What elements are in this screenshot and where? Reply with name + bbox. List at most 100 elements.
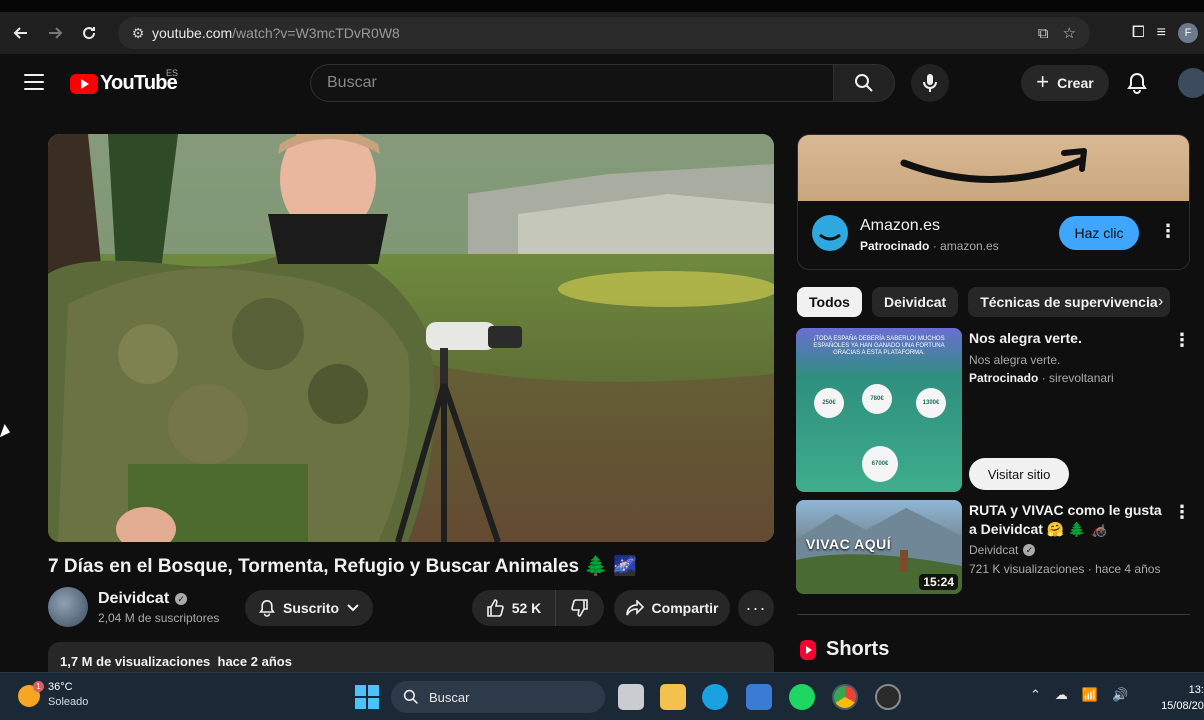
spotify-icon[interactable] (789, 684, 815, 710)
search-field[interactable] (310, 64, 834, 102)
extensions-icon[interactable]: ⧠ (1132, 24, 1145, 42)
rec-channel-row: Deividcat ✓ (969, 543, 1036, 557)
channel-name[interactable]: Deividcat (98, 590, 169, 608)
temperature: 36°C (48, 681, 73, 693)
recommended-video[interactable]: VIVAC AQUÍ 15:24 RUTA y VIVAC como le gu… (796, 500, 1191, 594)
like-button[interactable]: 52 K (472, 590, 556, 626)
rec-video-meta: 721 K visualizaciones · hace 4 años (969, 562, 1161, 576)
ad-banner[interactable] (798, 135, 1189, 201)
chip-channel[interactable]: Deividcat (871, 287, 959, 317)
subscribed-button[interactable]: Suscrito (245, 590, 373, 626)
video-player[interactable] (48, 134, 774, 542)
microphone-icon (923, 74, 937, 92)
chrome-icon[interactable] (832, 684, 858, 710)
share-arrow-icon (625, 600, 644, 616)
rec-video-options-icon[interactable]: ⋮ (1173, 502, 1191, 523)
profile-avatar[interactable]: F (1178, 23, 1198, 43)
url-host: youtube.com (152, 25, 233, 41)
rec-ad-description: Nos alegra verte. (969, 353, 1061, 367)
coin-badge: 6700€ (862, 446, 898, 482)
ad-thumbnail[interactable]: ¡TODA ESPAÑA DEBERÍA SABERLO! MUCHOS ESP… (796, 328, 962, 492)
voice-search-button[interactable] (911, 64, 949, 102)
channel-name-row[interactable]: Deividcat ✓ (98, 590, 188, 608)
account-avatar[interactable] (1178, 68, 1204, 98)
wifi-icon[interactable]: 📶 (1082, 687, 1098, 703)
edge-browser-icon[interactable] (702, 684, 728, 710)
chevron-right-icon[interactable]: › (1158, 293, 1163, 311)
install-app-icon[interactable]: ⧉ (1038, 25, 1049, 42)
dislike-button[interactable] (556, 599, 604, 617)
coin-badge: 780€ (862, 384, 892, 414)
more-actions-button[interactable]: ··· (738, 590, 774, 626)
shorts-icon (800, 639, 816, 660)
verified-check-icon: ✓ (1023, 544, 1036, 556)
filter-chips: Todos Deividcat Técnicas de supervivenci… (797, 286, 1190, 318)
shorts-heading[interactable]: Shorts (800, 638, 889, 661)
cloud-icon[interactable]: ☁ (1055, 687, 1068, 703)
ad-cta-button[interactable]: Haz clic (1059, 216, 1139, 250)
clock[interactable]: 13:5 15/08/202 (1150, 682, 1204, 714)
video-thumbnail[interactable]: VIVAC AQUÍ 15:24 (796, 500, 962, 594)
share-button[interactable]: Compartir (614, 590, 730, 626)
back-arrow-icon[interactable] (4, 16, 38, 50)
weather-widget[interactable]: 1 36°C Soleado (18, 681, 88, 708)
address-bar[interactable]: ⚙ youtube.com/watch?v=W3mcTDvR0W8 ⧉ ☆ (118, 17, 1090, 49)
chip-survival[interactable]: Técnicas de supervivencia (968, 287, 1170, 317)
app-icon[interactable] (875, 684, 901, 710)
taskbar-search[interactable]: Buscar (391, 681, 605, 713)
country-code: ES (166, 68, 179, 78)
ad-options-icon[interactable]: ⋮ (1159, 221, 1177, 242)
weather-condition: Soleado (48, 696, 89, 708)
rec-ad-title[interactable]: Nos alegra verte. (969, 330, 1082, 346)
sponsored-ad-card[interactable]: Amazon.es Patrocinado · amazon.es Haz cl… (797, 134, 1190, 270)
forward-arrow-icon[interactable] (38, 16, 72, 50)
create-label: Crear (1057, 75, 1094, 91)
menu-icon[interactable] (24, 74, 44, 90)
channel-avatar[interactable] (48, 587, 88, 627)
reload-icon[interactable] (72, 16, 106, 50)
tab-strip (0, 0, 1204, 12)
search-icon (403, 689, 418, 704)
date: 15/08/202 (1161, 700, 1204, 712)
youtube-play-icon (70, 73, 98, 94)
site-settings-icon[interactable]: ⚙ (124, 25, 152, 42)
sun-icon: 1 (18, 681, 44, 707)
visit-site-button[interactable]: Visitar sitio (969, 458, 1069, 490)
create-button[interactable]: + Crear (1021, 65, 1109, 101)
task-view-icon[interactable] (618, 684, 644, 710)
like-dislike-group: 52 K (472, 590, 604, 626)
rec-ad-options-icon[interactable]: ⋮ (1173, 330, 1191, 351)
bookmark-star-icon[interactable]: ☆ (1063, 24, 1076, 42)
volume-icon[interactable]: 🔊 (1112, 687, 1128, 703)
search-input[interactable] (327, 74, 834, 92)
notifications-bell-icon[interactable] (1124, 70, 1150, 96)
search-button[interactable] (833, 64, 895, 102)
rec-video-title[interactable]: RUTA y VIVAC como le gusta a Deividcat 🤗… (969, 501, 1169, 539)
coin-badge: 250€ (814, 388, 844, 418)
chevron-down-icon (347, 604, 359, 612)
advertiser-name: sirevoltanari (1049, 371, 1114, 385)
advertiser-logo (812, 215, 848, 251)
chevron-up-icon[interactable]: ⌃ (1030, 687, 1041, 703)
sponsored-label: Patrocinado (969, 371, 1039, 385)
subscribed-label: Suscrito (282, 600, 339, 616)
ad-sponsor-line: Patrocinado · amazon.es (860, 239, 999, 253)
chip-all[interactable]: Todos (797, 287, 862, 317)
windows-start-icon[interactable] (355, 685, 379, 709)
recommended-ad[interactable]: ¡TODA ESPAÑA DEBERÍA SABERLO! MUCHOS ESP… (796, 328, 1191, 492)
plus-icon: + (1036, 69, 1050, 94)
rec-channel-name[interactable]: Deividcat (969, 543, 1018, 557)
youtube-logo[interactable]: YouTube ES (70, 68, 178, 95)
ad-title: Amazon.es (860, 217, 941, 234)
weather-badge: 1 (33, 681, 44, 692)
bell-icon (259, 599, 275, 617)
video-duration: 15:24 (919, 574, 958, 590)
mouse-cursor-icon (0, 424, 13, 440)
thumbnail-caption: VIVAC AQUÍ (806, 536, 892, 552)
microsoft-store-icon[interactable] (746, 684, 772, 710)
url-path: /watch?v=W3mcTDvR0W8 (232, 25, 400, 41)
share-label: Compartir (651, 600, 719, 616)
file-explorer-icon[interactable] (660, 684, 686, 710)
media-control-icon[interactable]: ≡ (1157, 24, 1166, 42)
verified-check-icon: ✓ (175, 593, 188, 605)
